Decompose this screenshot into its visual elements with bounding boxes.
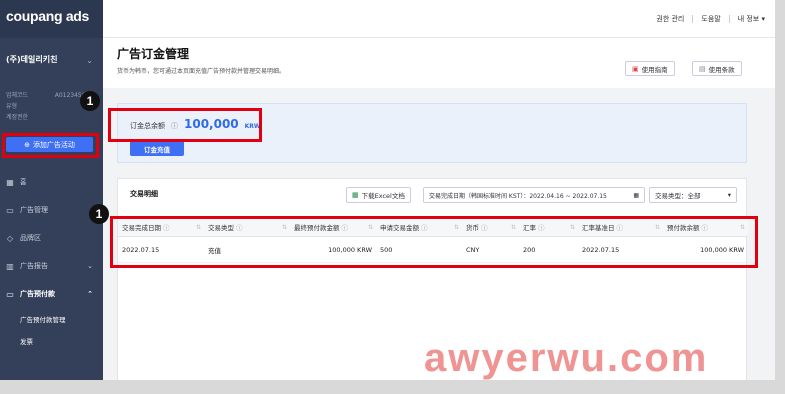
watermark: awyerwu.com <box>424 336 709 380</box>
grid-icon: ▦ <box>6 177 14 187</box>
wallet-icon: ▭ <box>6 289 14 299</box>
download-excel-label: 下载Excel文档 <box>361 192 405 200</box>
user-guide-button[interactable]: ▣ 使用指南 <box>625 61 675 76</box>
my-info-menu[interactable]: 내 정보 ▾ <box>738 14 765 24</box>
sidebar-item-label: 品牌区 <box>20 234 41 242</box>
transaction-type-value: 交易类型：全部 <box>655 192 701 200</box>
transaction-type-select[interactable]: 交易类型：全部 ▾ <box>649 187 737 203</box>
diamond-icon: ◇ <box>6 233 14 243</box>
top-bar: 권한 관리 도움말 내 정보 ▾ <box>103 0 775 38</box>
meta-label: 업체코드 <box>6 92 29 99</box>
annotation-badge: 1 <box>89 204 109 224</box>
permission-management-link[interactable]: 권한 관리 <box>656 14 684 24</box>
bar-chart-icon: ▥ <box>6 261 14 271</box>
sidebar-item-ad-prepayment[interactable]: ▭ 广告预付款 ⌃ <box>0 280 103 308</box>
calendar-icon: ▦ <box>633 191 639 199</box>
divider <box>692 14 694 23</box>
account-selector[interactable]: (주)데일리키친 ⌄ <box>0 38 103 86</box>
sidebar-item-ad-report[interactable]: ▥ 广告报告 ⌄ <box>0 252 103 280</box>
chevron-down-icon: ⌄ <box>87 262 93 270</box>
meta-label: 계정권한 <box>6 114 29 121</box>
sidebar-subitem-prepayment-management[interactable]: 广告预付款管理 <box>0 308 103 330</box>
page-description: 货币为韩币，您可通过本页面充值广告预付款并管理交易明细。 <box>117 68 286 75</box>
sidebar-item-label: 广告预付款 <box>20 290 55 298</box>
sidebar: coupang ads (주)데일리키친 ⌄ 업체코드 A0123456789 … <box>0 0 103 380</box>
chevron-down-icon: ⌄ <box>86 56 93 65</box>
annotation-box-add-campaign <box>2 133 99 158</box>
charge-deposit-button[interactable]: 订金充值 <box>130 141 184 156</box>
caret-down-icon: ▾ <box>727 191 731 199</box>
annotation-box-balance <box>108 108 262 142</box>
document-icon: ▤ <box>699 64 706 73</box>
sidebar-item-ad-management[interactable]: ▭ 广告管理 <box>0 196 103 224</box>
main-content: 广告订金管理 货币为韩币，您可通过本页面充值广告预付款并管理交易明细。 ▣ 使用… <box>103 38 775 380</box>
sidebar-item-brand-zone[interactable]: ◇ 品牌区 <box>0 224 103 252</box>
excel-icon: ▦ <box>352 191 359 199</box>
brand-logo[interactable]: coupang ads <box>0 0 103 38</box>
meta-label: 유형 <box>6 103 18 110</box>
sidebar-item-home[interactable]: ▦ 홈 <box>0 168 103 196</box>
terms-button[interactable]: ▤ 使用条款 <box>692 61 742 76</box>
sidebar-item-label: 广告管理 <box>20 206 48 214</box>
sidebar-item-label: 广告报告 <box>20 262 48 270</box>
sidebar-item-label: 홈 <box>20 178 27 186</box>
sidebar-nav: ▦ 홈 ▭ 广告管理 ◇ 品牌区 ▥ 广告报告 ⌄ ▭ 广告预付款 ⌃ 广告预付… <box>0 168 103 352</box>
user-guide-label: 使用指南 <box>641 65 668 74</box>
terms-label: 使用条款 <box>708 65 735 74</box>
page-header: 广告订金管理 货币为韩币，您可通过本页面充值广告预付款并管理交易明细。 ▣ 使用… <box>103 38 775 88</box>
help-link[interactable]: 도움말 <box>701 14 720 24</box>
transactions-title: 交易明细 <box>130 190 158 198</box>
annotation-box-table <box>110 216 758 268</box>
pdf-icon: ▣ <box>632 64 639 73</box>
account-name: (주)데일리키친 <box>6 55 58 64</box>
date-range-picker[interactable]: 交易完成日期（韩国标准时间 KST）：2022.04.16 ~ 2022.07.… <box>423 187 645 203</box>
folder-icon: ▭ <box>6 205 14 215</box>
sidebar-subitem-invoice[interactable]: 发票 <box>0 330 103 352</box>
annotation-badge: 1 <box>80 91 100 111</box>
date-range-value: 交易完成日期（韩国标准时间 KST）：2022.04.16 ~ 2022.07.… <box>429 192 607 200</box>
chevron-up-icon: ⌃ <box>87 290 93 298</box>
meta-row: 계정권한 <box>6 112 97 123</box>
divider <box>728 14 730 23</box>
page-title: 广告订金管理 <box>117 47 190 61</box>
app-window: coupang ads (주)데일리키친 ⌄ 업체코드 A0123456789 … <box>0 0 775 380</box>
download-excel-button[interactable]: ▦ 下载Excel文档 <box>346 187 411 203</box>
